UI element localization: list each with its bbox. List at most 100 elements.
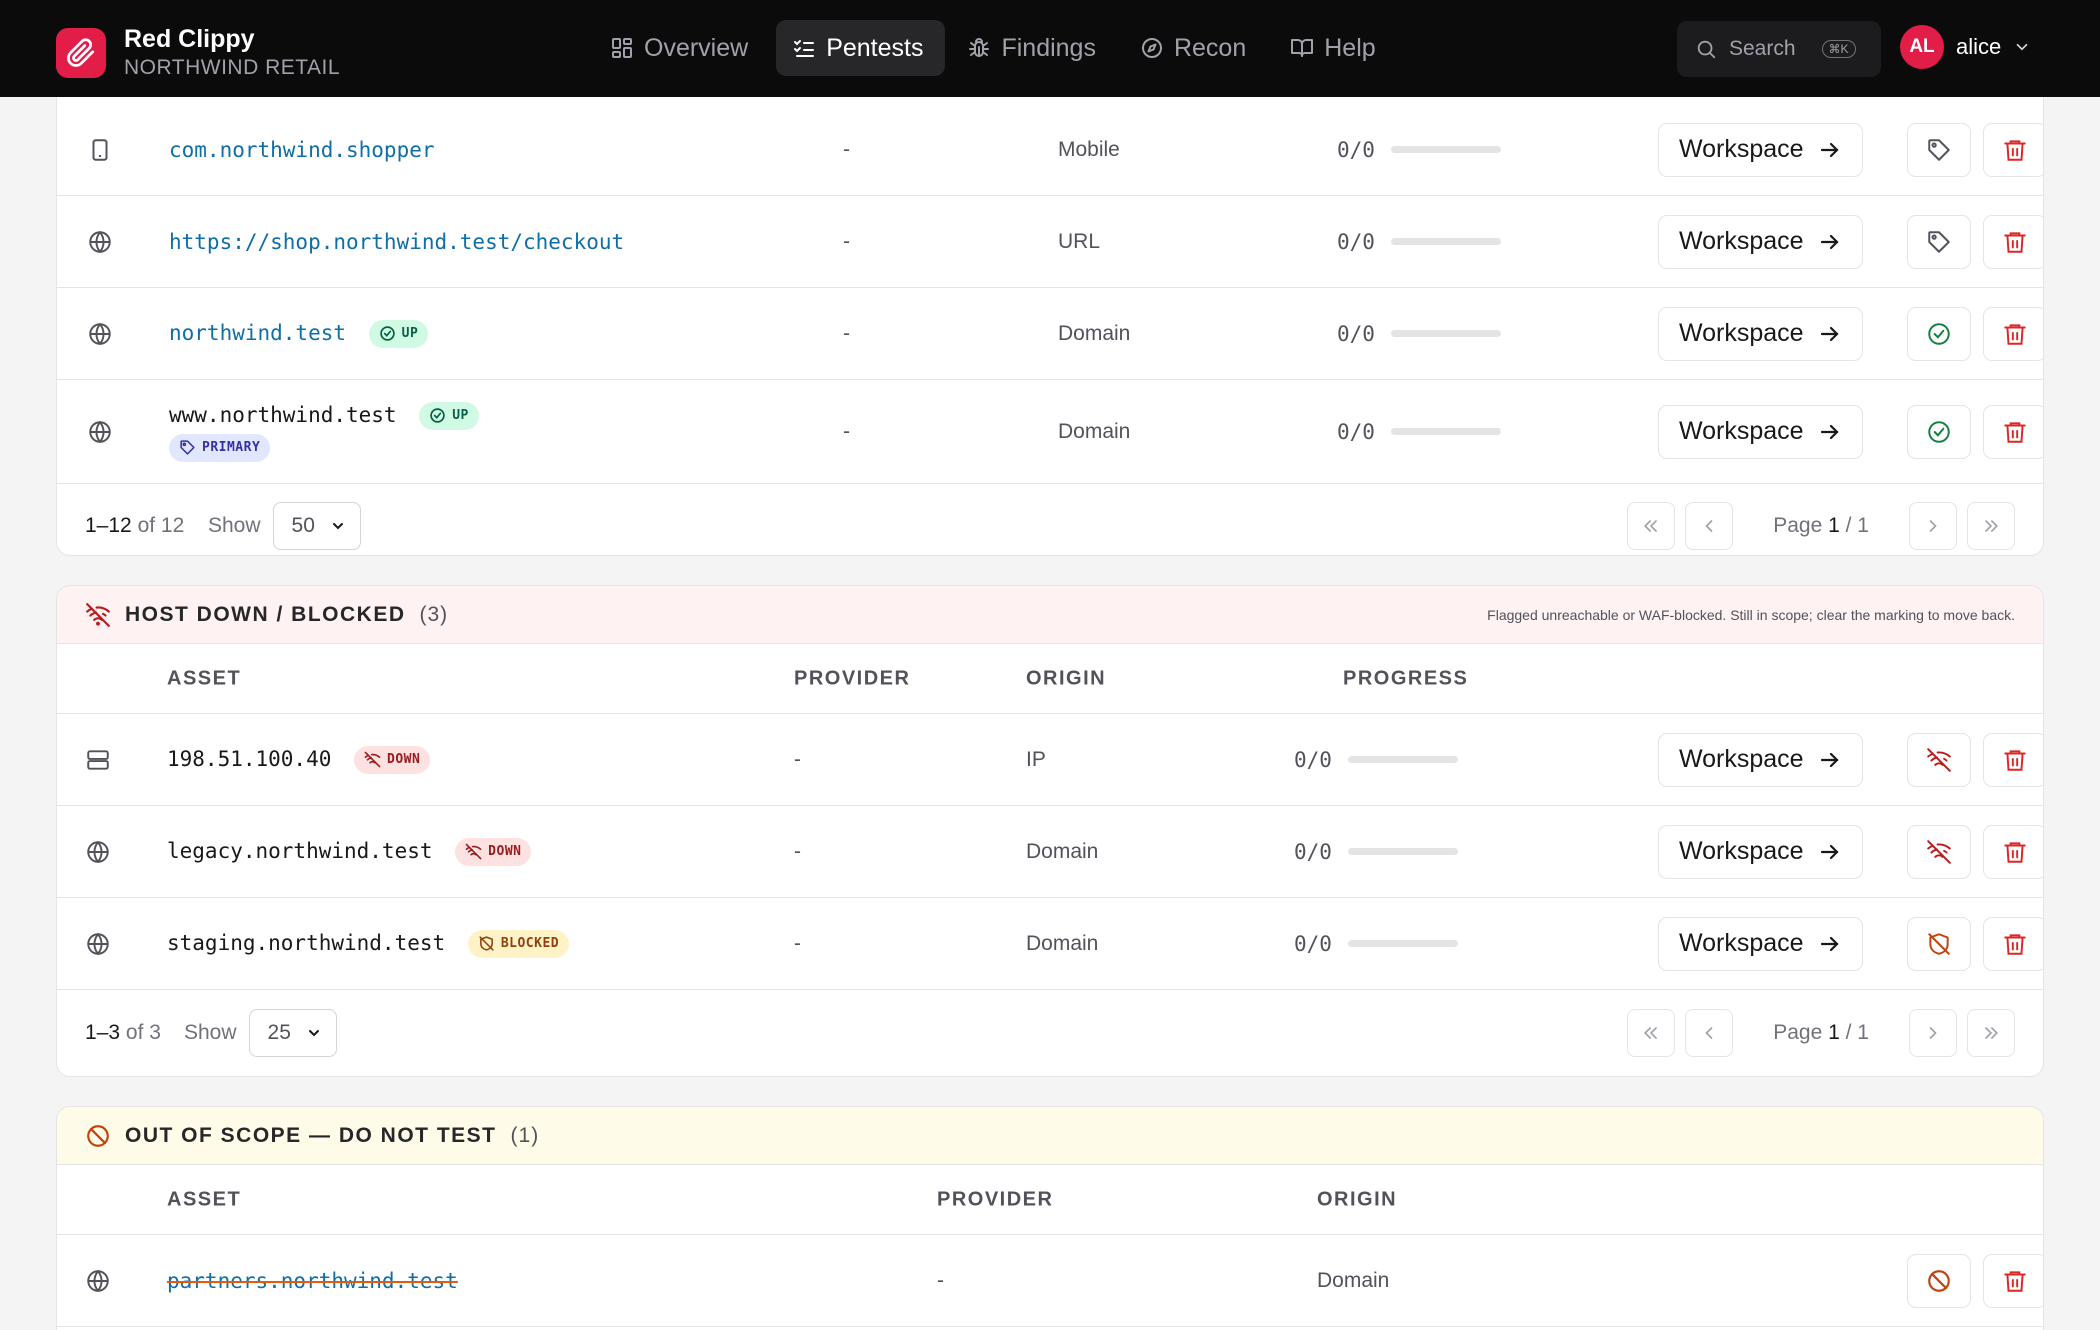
tag-button[interactable] [1907,214,1971,269]
workspace-label: Workspace [1679,929,1804,957]
provider-cell: - [937,1268,944,1292]
origin-cell: Domain [1058,321,1131,345]
delete-button[interactable] [1983,214,2043,269]
workspace-button[interactable]: Workspace [1658,122,1863,177]
workspace-button[interactable]: Workspace [1658,404,1863,459]
delete-button[interactable] [1983,824,2043,879]
search-icon [1697,40,1716,59]
brand[interactable]: Red Clippy NORTHWIND RETAIL [56,24,340,82]
clear-down-marking-button[interactable] [1907,732,1971,787]
main-nav: Overview Pentests Findings Recon Help [594,20,1398,76]
workspace-label: Workspace [1679,227,1804,255]
last-page-button[interactable] [1967,502,2015,550]
chevron-left-icon [1705,520,1713,532]
asset-link[interactable]: partners.northwind.test [167,1269,458,1293]
prev-page-button[interactable] [1685,1009,1734,1057]
pagination-footer: 1–3 of 3 Show 25 Page 1 / 1 [57,990,2043,1076]
last-page-button[interactable] [1967,1009,2015,1057]
workspace-button[interactable]: Workspace [1658,916,1863,971]
status-badge: DOWN [455,837,532,866]
wifi-off-icon [1927,747,1951,772]
trash-icon [2004,841,2026,863]
primary-tag-label: PRIMARY [202,440,261,455]
progress-bar [1390,428,1501,435]
shield-off-icon [1928,932,1950,955]
provider-cell: - [843,229,850,253]
workspace-button[interactable]: Workspace [1658,732,1863,787]
delete-button[interactable] [1983,306,2043,361]
user-menu[interactable]: AL alice [1900,25,2031,69]
chevrons-left-icon [1644,520,1658,532]
workspace-button[interactable]: Workspace [1658,214,1863,269]
status-badge: UP [368,319,429,348]
delete-button[interactable] [1983,404,2043,459]
provider-cell: - [843,419,850,443]
origin-cell: Domain [1058,419,1131,443]
next-page-button[interactable] [1909,502,1957,550]
delete-button[interactable] [1983,1253,2043,1308]
page-size-select[interactable]: 50 [272,502,361,550]
arrow-right-icon [1820,142,1839,157]
asset-name: 198.51.100.40 [167,746,332,771]
globe-icon [89,322,111,345]
check-circle-icon [430,408,445,423]
nav-recon[interactable]: Recon [1124,20,1268,76]
status-badge: BLOCKED [467,929,570,958]
restore-scope-button[interactable] [1907,1253,1971,1308]
host-down-header: HOST DOWN / BLOCKED (3) Flagged unreachab… [57,586,2043,644]
origin-cell: Domain [1026,839,1099,863]
page-indicator: Page 1 / 1 [1773,514,1869,537]
progress-count: 0/0 [1337,321,1375,346]
globe-icon [87,840,109,863]
progress-count: 0/0 [1294,747,1332,772]
first-page-button[interactable] [1627,1009,1676,1057]
asset-link[interactable]: northwind.test [169,321,346,345]
progress-count: 0/0 [1337,137,1375,162]
chevron-down-icon [308,1030,319,1037]
table-row: partners.northwind.test - Domain [57,1235,2043,1327]
mark-up-button[interactable] [1907,404,1971,459]
status-badge-label: DOWN [488,844,522,859]
clear-down-marking-button[interactable] [1907,824,1971,879]
workspace-label: Workspace [1679,135,1804,163]
trash-icon [2004,231,2026,253]
page-size-value: 50 [291,514,315,537]
tag-button[interactable] [1907,122,1971,177]
host-down-card: HOST DOWN / BLOCKED (3) Flagged unreachab… [56,585,2044,1077]
trash-icon [2004,1270,2026,1292]
table-row: com.northwind.shopper - Mobile 0/0 Works… [57,104,2043,196]
chevron-right-icon [1929,520,1937,532]
arrow-right-icon [1820,936,1839,951]
asset-link[interactable]: com.northwind.shopper [169,138,435,162]
status-badge: DOWN [354,745,431,774]
clear-blocked-marking-button[interactable] [1907,916,1971,971]
wifi-off-icon [465,843,482,860]
provider-cell: - [843,321,850,345]
delete-button[interactable] [1983,732,2043,787]
asset-name: www.northwind.test [169,402,397,427]
delete-button[interactable] [1983,122,2043,177]
nav-overview[interactable]: Overview [594,20,770,76]
grid-icon [612,38,632,58]
mark-up-button[interactable] [1907,306,1971,361]
asset-link[interactable]: https://shop.northwind.test/checkout [169,230,624,254]
nav-help[interactable]: Help [1274,20,1397,76]
page-indicator: Page 1 / 1 [1773,1021,1869,1044]
tag-icon [1928,138,1950,161]
page-size-select[interactable]: 25 [248,1009,337,1057]
prev-page-button[interactable] [1685,502,1734,550]
workspace-label: Workspace [1679,319,1804,347]
nav-help-label: Help [1324,33,1376,62]
workspace-button[interactable]: Workspace [1658,306,1863,361]
first-page-button[interactable] [1627,502,1676,550]
nav-pentests[interactable]: Pentests [776,20,946,76]
trash-icon [2004,933,2026,955]
provider-cell: - [794,839,801,863]
workspace-button[interactable]: Workspace [1658,824,1863,879]
search-button[interactable]: Search ⌘K [1677,21,1881,77]
nav-findings[interactable]: Findings [951,20,1118,76]
next-page-button[interactable] [1909,1009,1957,1057]
section-note: Flagged unreachable or WAF-blocked. Stil… [1487,606,2015,623]
table-header: ASSET PROVIDER ORIGIN PROGRESS [57,644,2043,714]
delete-button[interactable] [1983,916,2043,971]
